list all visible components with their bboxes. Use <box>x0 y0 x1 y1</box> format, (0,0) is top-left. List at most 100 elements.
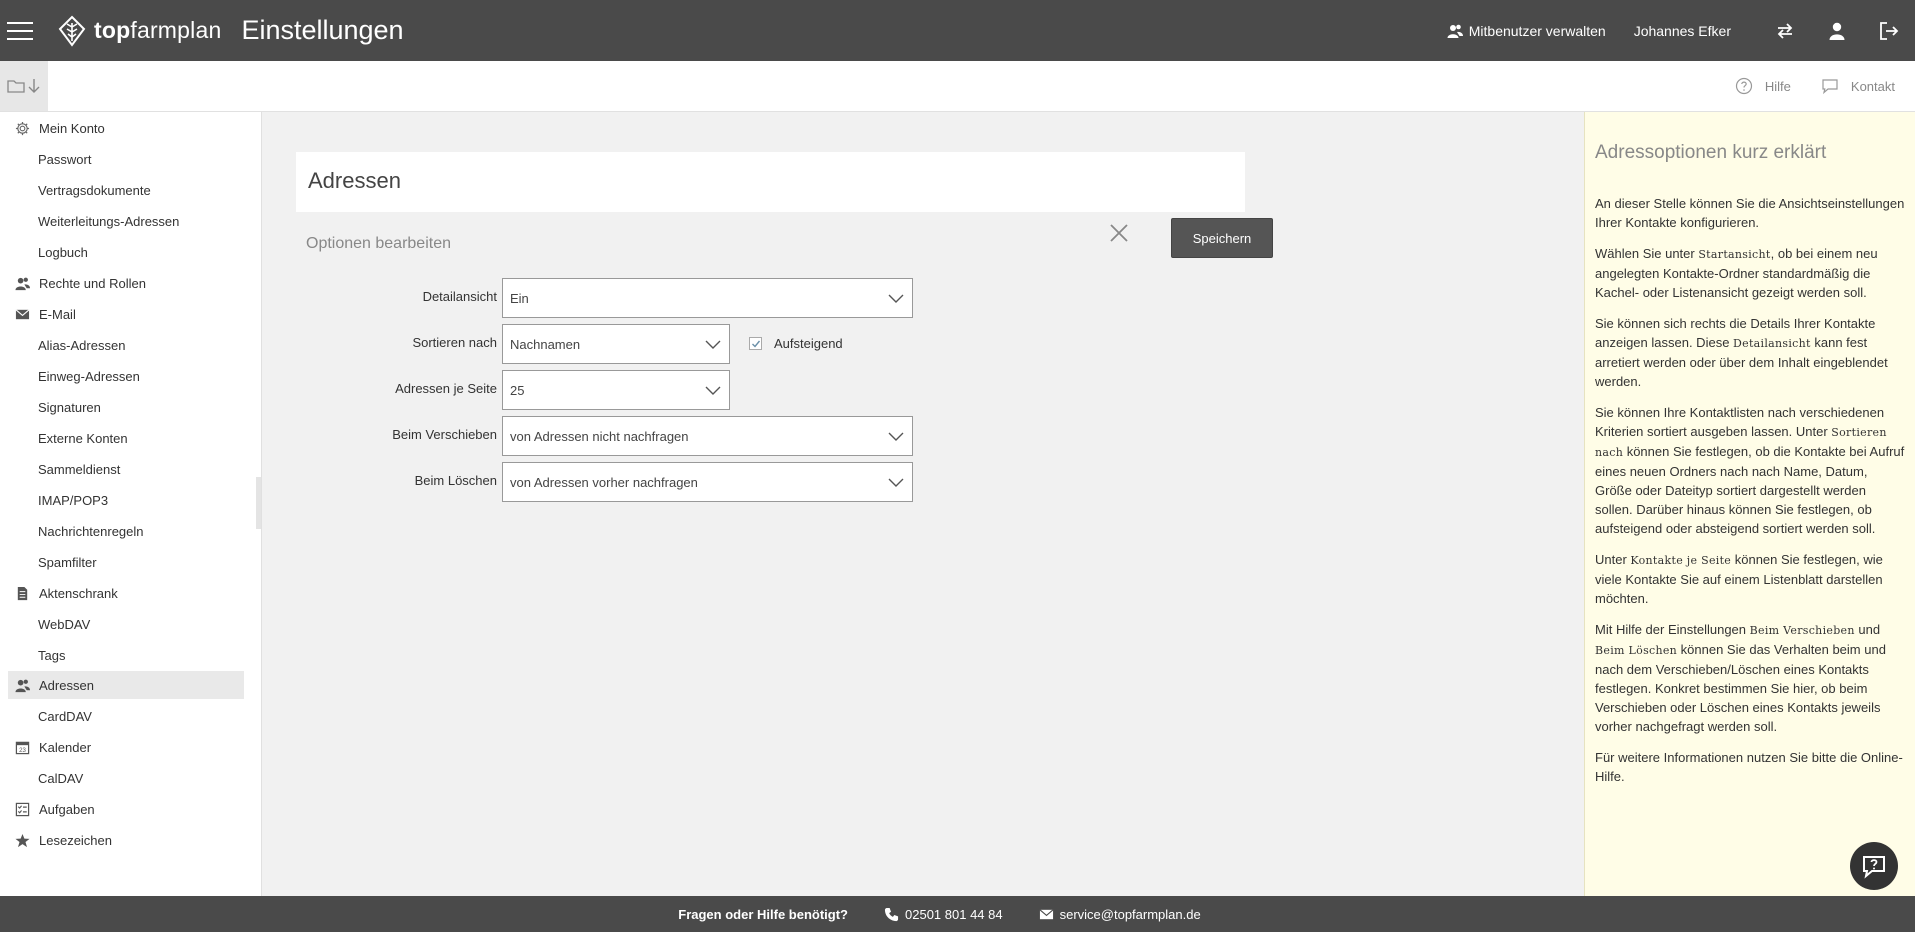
sidebar-item-mein-konto[interactable]: Mein Konto <box>8 114 244 142</box>
menu-button[interactable] <box>0 0 40 61</box>
checkmark-icon <box>751 340 760 348</box>
on-move-row: Beim Verschieben von Adressen nicht nach… <box>296 416 1245 456</box>
main-content: Adressen Optionen bearbeiten Speichern D… <box>263 112 1583 896</box>
help-paragraph: Mit Hilfe der Einstellungen Beim Verschi… <box>1595 622 1886 734</box>
detail-view-value: Ein <box>510 290 529 306</box>
sidebar-item-label: CardDAV <box>38 708 92 724</box>
help-label: Hilfe <box>1764 78 1791 94</box>
sidebar-item-rechte-und-rollen[interactable]: Rechte und Rollen <box>8 269 244 297</box>
sidebar-item-carddav[interactable]: CardDAV <box>8 702 244 730</box>
sidebar-scrollbar[interactable] <box>256 477 261 529</box>
detail-view-select[interactable]: Ein <box>502 278 913 318</box>
sidebar-item-signaturen[interactable]: Signaturen <box>8 393 244 421</box>
sidebar-item-vertragsdokumente[interactable]: Vertragsdokumente <box>8 176 244 204</box>
folder-down-icon <box>7 79 40 93</box>
ascending-checkbox[interactable]: Aufsteigend <box>749 336 843 351</box>
per-page-value: 25 <box>510 382 525 398</box>
settings-sidebar: Mein Konto Passwort Vertragsdokumente We… <box>0 112 262 896</box>
tasks-icon <box>13 800 31 818</box>
sidebar-item-passwort[interactable]: Passwort <box>8 145 244 173</box>
section-header: Adressen <box>296 152 1245 212</box>
sidebar-item-externe-konten[interactable]: Externe Konten <box>8 424 244 452</box>
help-paragraph: Wählen Sie unter Startansicht, ob bei ei… <box>1595 246 1878 300</box>
sidebar-item-kalender[interactable]: 23 Kalender <box>8 733 244 761</box>
sidebar-item-einweg-adressen[interactable]: Einweg-Adressen <box>8 362 244 390</box>
top-header: topfarmplan Einstellungen Mitbenutzer ve… <box>0 0 1915 61</box>
detail-view-label: Detailansicht <box>422 289 497 304</box>
sidebar-item-label: E-Mail <box>39 306 76 322</box>
chat-support-button[interactable] <box>1850 842 1898 890</box>
sidebar-item-nachrichtenregeln[interactable]: Nachrichtenregeln <box>8 517 244 545</box>
user-name-label: Johannes Efker <box>1633 22 1731 39</box>
gear-icon <box>13 119 31 137</box>
sidebar-item-label: Tags <box>38 647 66 663</box>
sidebar-item-spamfilter[interactable]: Spamfilter <box>8 548 244 576</box>
per-page-select[interactable]: 25 <box>502 370 730 410</box>
sort-by-select[interactable]: Nachnamen <box>502 324 730 364</box>
sidebar-item-label: CalDAV <box>38 770 84 786</box>
speech-bubble-icon <box>1822 79 1838 95</box>
help-paragraph: Für weitere Informationen nutzen Sie bit… <box>1595 750 1903 784</box>
sidebar-item-label: Einweg-Adressen <box>38 368 140 384</box>
co-users-link[interactable]: Mitbenutzer verwalten <box>1447 23 1606 39</box>
sidebar-item-label: WebDAV <box>38 616 91 632</box>
contact-link[interactable]: Kontakt <box>1821 77 1895 95</box>
sidebar-item-weiterleitungs-adressen[interactable]: Weiterleitungs-Adressen <box>8 207 244 235</box>
footer-phone[interactable]: 02501 801 44 84 <box>884 907 1003 922</box>
folder-sort-button[interactable] <box>0 61 48 111</box>
footer-email[interactable]: service@topfarmplan.de <box>1039 907 1201 922</box>
sidebar-item-e-mail[interactable]: E-Mail <box>8 300 244 328</box>
sidebar-item-label: Vertragsdokumente <box>38 182 151 198</box>
sidebar-item-label: Nachrichtenregeln <box>38 523 144 539</box>
user-name[interactable]: Johannes Efker <box>1634 23 1731 39</box>
sidebar-item-caldav[interactable]: CalDAV <box>8 764 244 792</box>
footer-email-label: service@topfarmplan.de <box>1059 906 1201 922</box>
sidebar-item-tags[interactable]: Tags <box>8 641 244 669</box>
on-delete-value: von Adressen vorher nachfragen <box>510 474 698 490</box>
sidebar-item-imap-pop3[interactable]: IMAP/POP3 <box>8 486 244 514</box>
save-button[interactable]: Speichern <box>1171 218 1273 258</box>
close-button[interactable] <box>1108 222 1132 246</box>
checkbox[interactable] <box>749 337 762 350</box>
chevron-down-icon <box>705 386 721 395</box>
sort-by-row: Sortieren nach Nachnamen Aufsteigend <box>296 324 1245 364</box>
user-icon <box>1829 22 1845 40</box>
ascending-label: Aufsteigend <box>774 336 843 351</box>
sidebar-item-aktenschrank[interactable]: Aktenschrank <box>8 579 244 607</box>
sidebar-item-label: Kalender <box>39 739 92 755</box>
sidebar-item-label: Passwort <box>38 151 92 167</box>
svg-text:23: 23 <box>19 747 26 754</box>
on-delete-label: Beim Löschen <box>414 473 497 488</box>
sidebar-item-webdav[interactable]: WebDAV <box>8 610 244 638</box>
logo-icon <box>58 15 86 47</box>
sort-by-label: Sortieren nach <box>412 335 497 350</box>
question-circle-icon <box>1735 77 1752 95</box>
sidebar-item-alias-adressen[interactable]: Alias-Adressen <box>8 331 244 359</box>
sidebar-item-lesezeichen[interactable]: Lesezeichen <box>8 826 244 854</box>
sidebar-item-label: Spamfilter <box>38 554 97 570</box>
sidebar-item-label: Aktenschrank <box>39 585 118 601</box>
sidebar-item-adressen[interactable]: Adressen <box>8 671 244 699</box>
sidebar-item-logbuch[interactable]: Logbuch <box>8 238 244 266</box>
sidebar-item-sammeldienst[interactable]: Sammeldienst <box>8 455 244 483</box>
phone-icon <box>884 907 899 921</box>
page-title: Einstellungen <box>241 15 404 45</box>
sidebar-item-aufgaben[interactable]: Aufgaben <box>8 795 244 823</box>
help-panel: Adressoptionen kurz erklärt An dieser St… <box>1584 112 1915 896</box>
profile-button[interactable] <box>1811 0 1863 61</box>
per-page-row: Adressen je Seite 25 <box>296 370 1245 410</box>
on-delete-select[interactable]: von Adressen vorher nachfragen <box>502 462 913 502</box>
logo[interactable]: topfarmplan <box>56 15 221 47</box>
on-move-label: Beim Verschieben <box>392 427 497 442</box>
logout-button[interactable] <box>1863 0 1915 61</box>
chat-question-icon <box>1863 856 1885 879</box>
users-icon <box>13 676 31 694</box>
options-panel: Optionen bearbeiten Speichern Detailansi… <box>296 212 1273 512</box>
on-move-select[interactable]: von Adressen nicht nachfragen <box>502 416 913 456</box>
help-link[interactable]: Hilfe <box>1735 77 1791 95</box>
close-icon <box>1110 224 1128 242</box>
sidebar-item-label: Alias-Adressen <box>38 337 126 353</box>
detail-view-row: Detailansicht Ein <box>296 278 1245 318</box>
switch-account-button[interactable] <box>1759 0 1811 61</box>
sidebar-item-label: IMAP/POP3 <box>38 492 109 508</box>
